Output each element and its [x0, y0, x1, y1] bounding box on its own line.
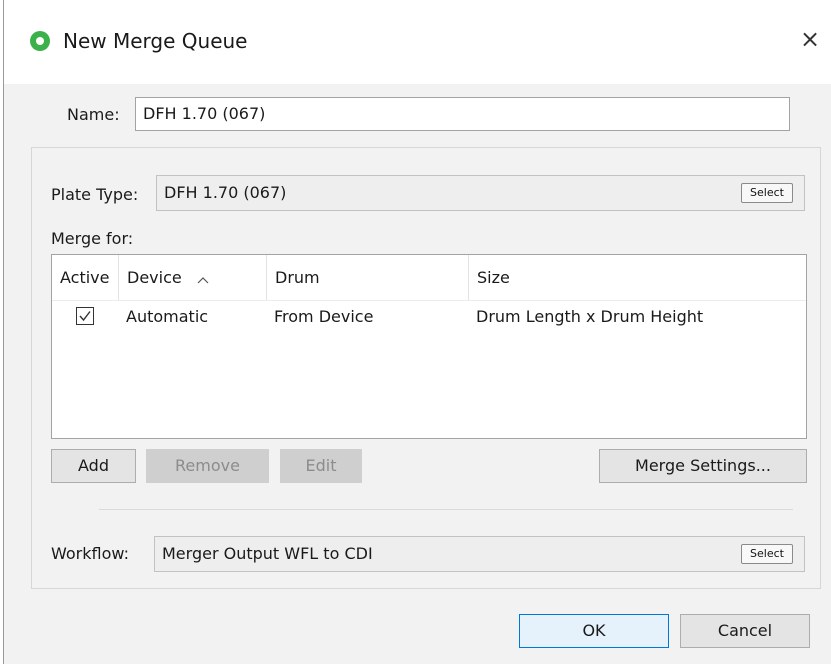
workflow-label: Workflow: [51, 544, 129, 563]
row-device[interactable]: Automatic [126, 307, 208, 326]
plate-type-field: DFH 1.70 (067) [156, 175, 805, 211]
column-header-device-label: Device [127, 268, 182, 287]
workflow-field: Merger Output WFL to CDI [154, 536, 805, 572]
separator [99, 509, 793, 510]
column-header-size[interactable]: Size [469, 255, 805, 300]
edit-button[interactable]: Edit [280, 449, 362, 483]
header-divider [52, 300, 806, 301]
workflow-select-button[interactable]: Select [741, 544, 793, 564]
plate-type-select-button[interactable]: Select [741, 183, 793, 203]
merge-devices-table: Active Device Drum Size [51, 254, 807, 439]
sort-ascending-icon [197, 256, 209, 301]
add-button[interactable]: Add [51, 449, 136, 483]
checkmark-icon [79, 311, 91, 322]
name-label: Name: [67, 105, 120, 124]
column-header-active[interactable]: Active [52, 255, 119, 300]
row-drum[interactable]: From Device [274, 307, 373, 326]
ok-button[interactable]: OK [519, 614, 669, 648]
close-icon[interactable]: × [800, 27, 820, 51]
merge-for-label: Merge for: [51, 229, 134, 248]
column-header-device[interactable]: Device [119, 255, 267, 300]
merge-settings-button[interactable]: Merge Settings... [599, 449, 807, 483]
active-checkbox[interactable] [76, 307, 94, 325]
plate-type-value: DFH 1.70 (067) [164, 183, 287, 202]
cancel-button[interactable]: Cancel [680, 614, 810, 648]
name-input[interactable]: DFH 1.70 (067) [135, 97, 790, 131]
row-size[interactable]: Drum Length x Drum Height [476, 307, 703, 326]
column-header-drum[interactable]: Drum [267, 255, 469, 300]
app-icon [30, 31, 50, 51]
dialog-title: New Merge Queue [63, 29, 248, 53]
workflow-value: Merger Output WFL to CDI [162, 544, 373, 563]
plate-type-label: Plate Type: [51, 185, 139, 204]
remove-button[interactable]: Remove [146, 449, 269, 483]
